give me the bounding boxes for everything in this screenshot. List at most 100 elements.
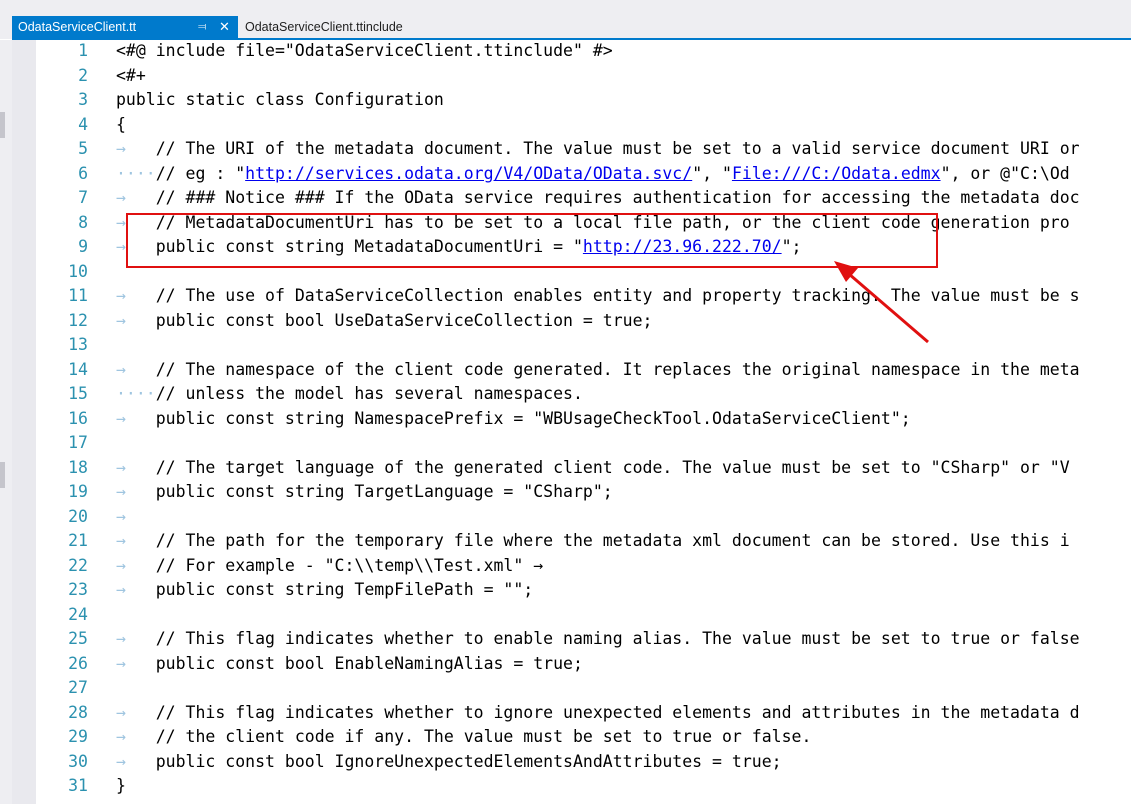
code-line[interactable]: 18 → // The target language of the genera… — [0, 456, 1131, 481]
code-text: → public const string NamespacePrefix = … — [116, 407, 911, 432]
code-line[interactable]: 16 → public const string NamespacePrefix … — [0, 407, 1131, 432]
code-text: → public const bool EnableNamingAlias = … — [116, 652, 583, 677]
code-text: → — [116, 505, 156, 530]
code-segment: // the client code if any. The value mus… — [155, 727, 812, 746]
highlight-annotation-box — [126, 213, 938, 268]
code-line[interactable]: 25 → // This flag indicates whether to en… — [0, 627, 1131, 652]
code-text: → // ### Notice ### If the OData service… — [116, 186, 1080, 211]
code-line[interactable]: 21 → // The path for the temporary file w… — [0, 529, 1131, 554]
code-text: → public const bool UseDataServiceCollec… — [116, 309, 652, 334]
code-line[interactable]: 13 — [0, 333, 1131, 358]
code-line[interactable]: 30 → public const bool IgnoreUnexpectedEl… — [0, 750, 1131, 775]
code-line[interactable]: 22 → // For example - "C:\\temp\\Test.xml… — [0, 554, 1131, 579]
line-number: 1 — [78, 41, 88, 60]
code-line[interactable]: 15 ····// unless the model has several na… — [0, 382, 1131, 407]
code-text: → // The path for the temporary file whe… — [116, 529, 1070, 554]
code-link[interactable]: http://services.odata.org/V4/OData/OData… — [245, 164, 692, 183]
code-line[interactable]: 20 → — [0, 505, 1131, 530]
line-number: 7 — [78, 188, 88, 207]
code-text: → // The URI of the metadata document. T… — [116, 137, 1080, 162]
code-segment: public static class Configuration — [116, 90, 444, 109]
code-line[interactable]: 5 → // The URI of the metadata document. … — [0, 137, 1131, 162]
code-line[interactable]: 7 → // ### Notice ### If the OData servic… — [0, 186, 1131, 211]
line-number: 20 — [68, 506, 88, 526]
line-number: 18 — [68, 457, 88, 477]
whitespace-marker: → — [116, 359, 156, 379]
code-text: → // The target language of the generate… — [116, 456, 1070, 481]
line-number: 8 — [78, 212, 88, 232]
code-segment: public const string NamespacePrefix = "W… — [155, 408, 911, 428]
whitespace-marker: → — [116, 555, 156, 575]
line-number: 17 — [68, 433, 88, 452]
code-segment: // For example - "C:\\temp\\Test.xml" → — [155, 555, 544, 575]
whitespace-marker: → — [116, 286, 156, 305]
annotation-arrow-icon — [834, 261, 929, 344]
code-segment: // The namespace of the client code gene… — [155, 359, 1080, 379]
code-line[interactable]: 17 — [0, 431, 1131, 456]
code-text: → // This flag indicates whether to igno… — [116, 701, 1080, 726]
whitespace-marker: → — [116, 653, 156, 673]
code-segment: // The use of DataServiceCollection enab… — [155, 286, 1080, 305]
code-segment: public const string TargetLanguage = "CS… — [155, 482, 613, 501]
code-line[interactable]: 12 → public const bool UseDataServiceColl… — [0, 309, 1131, 334]
code-line[interactable]: 6 ····// eg : "http://services.odata.org/… — [0, 162, 1131, 187]
code-line[interactable]: 24 — [0, 603, 1131, 628]
code-line[interactable]: 1 <#@ include file="OdataServiceClient.tt… — [0, 39, 1131, 64]
code-segment: ", or @"C:\Od — [940, 163, 1070, 183]
whitespace-marker: → — [116, 457, 156, 477]
tab-bar: OdataServiceClient.tt ⫤ ✕ OdataServiceCl… — [0, 0, 1131, 39]
code-line[interactable]: 14 → // The namespace of the client code … — [0, 358, 1131, 383]
line-number: 5 — [78, 139, 88, 158]
line-number: 28 — [68, 702, 88, 722]
code-text: → // This flag indicates whether to enab… — [116, 627, 1080, 652]
code-line[interactable]: 28 → // This flag indicates whether to ig… — [0, 701, 1131, 726]
line-number: 26 — [68, 653, 88, 673]
line-number: 22 — [68, 555, 88, 575]
code-line[interactable]: 4{ — [0, 113, 1131, 138]
code-text: → // The namespace of the client code ge… — [116, 358, 1080, 383]
line-number: 29 — [68, 727, 88, 746]
line-number: 21 — [68, 531, 88, 550]
code-segment: public const bool UseDataServiceCollecti… — [155, 310, 653, 330]
whitespace-marker: → — [116, 702, 156, 722]
code-text: } — [116, 774, 126, 799]
code-link[interactable]: File:///C:/Odata.edmx — [732, 164, 941, 183]
code-line[interactable]: 23 → public const string TempFilePath = "… — [0, 578, 1131, 603]
code-text: → public const bool IgnoreUnexpectedElem… — [116, 750, 782, 775]
tab-odataserviceclient-ttinclude[interactable]: OdataServiceClient.ttinclude — [245, 16, 403, 38]
code-text: → public const string TempFilePath = ""; — [116, 578, 533, 603]
line-number: 25 — [68, 629, 88, 648]
line-number: 24 — [68, 604, 88, 624]
line-number: 11 — [68, 286, 88, 305]
whitespace-marker: → — [116, 506, 156, 526]
code-line[interactable]: 27 — [0, 676, 1131, 701]
code-text: ····// eg : "http://services.odata.org/V… — [116, 162, 1070, 187]
code-line[interactable]: 19 → public const string TargetLanguage =… — [0, 480, 1131, 505]
line-number: 3 — [78, 90, 88, 109]
whitespace-marker: ···· — [116, 163, 156, 183]
code-line[interactable]: 29 → // the client code if any. The value… — [0, 725, 1131, 750]
code-text: public static class Configuration — [116, 88, 444, 113]
code-text: → // For example - "C:\\temp\\Test.xml" … — [116, 554, 543, 579]
line-number: 14 — [68, 359, 88, 379]
whitespace-marker: → — [116, 188, 156, 207]
whitespace-marker: → — [116, 139, 156, 158]
whitespace-marker: → — [116, 629, 156, 648]
line-number: 6 — [78, 163, 88, 183]
whitespace-marker: ···· — [116, 384, 156, 403]
code-line[interactable]: 3 public static class Configuration — [0, 88, 1131, 113]
line-number: 16 — [68, 408, 88, 428]
close-icon[interactable]: ✕ — [219, 16, 230, 38]
code-line[interactable]: 31} — [0, 774, 1131, 799]
code-segment: // eg : " — [155, 163, 246, 183]
code-segment: // The URI of the metadata document. The… — [155, 139, 1080, 158]
pin-icon[interactable]: ⫤ — [198, 16, 206, 38]
code-line[interactable]: 11 → // The use of DataServiceCollection … — [0, 284, 1131, 309]
code-line[interactable]: 2 <#+ — [0, 64, 1131, 89]
line-number: 13 — [68, 335, 88, 354]
code-text: → // the client code if any. The value m… — [116, 725, 811, 750]
code-line[interactable]: 26 → public const bool EnableNamingAlias … — [0, 652, 1131, 677]
code-text: → public const string TargetLanguage = "… — [116, 480, 613, 505]
tab-odataserviceclient-tt[interactable]: OdataServiceClient.tt ⫤ ✕ — [12, 16, 238, 38]
line-number: 30 — [68, 751, 88, 771]
